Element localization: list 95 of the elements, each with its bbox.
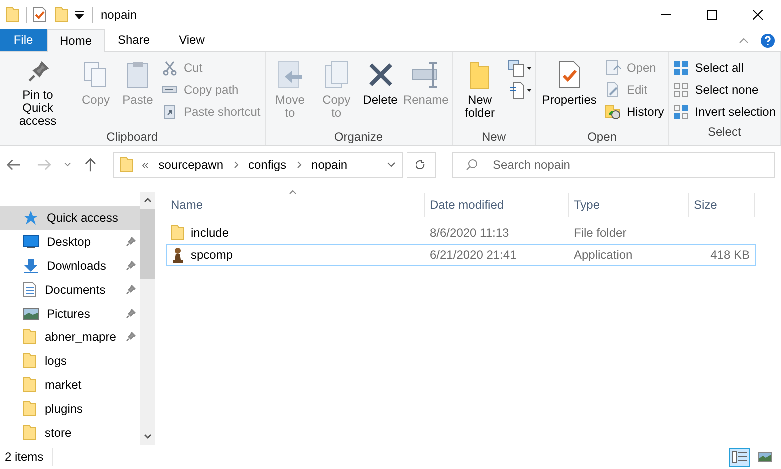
new-item-icon[interactable] — [507, 60, 534, 78]
breadcrumb[interactable]: configs — [246, 156, 289, 174]
desktop-icon — [23, 234, 39, 249]
folder-icon — [23, 377, 37, 394]
column-header[interactable]: Type — [569, 193, 689, 217]
folder-icon — [120, 157, 134, 173]
sidebar-item[interactable]: Quick access — [0, 206, 140, 230]
sidebar-item[interactable]: abner_mapre — [0, 326, 140, 350]
large-icons-view-icon — [758, 452, 772, 462]
ribbon-button[interactable]: History — [602, 102, 666, 121]
folder-icon — [23, 353, 37, 370]
download-icon — [23, 258, 39, 274]
new-folder-icon — [55, 7, 69, 23]
history-icon — [604, 104, 621, 120]
file-name: include — [191, 225, 230, 242]
ribbon-button[interactable]: Invert selection — [671, 102, 778, 121]
easy-access-icon[interactable] — [507, 82, 534, 100]
up-icon[interactable] — [84, 157, 98, 173]
refresh-button[interactable] — [407, 152, 436, 178]
address-bar[interactable]: « sourcepawn configs nopain — [113, 152, 404, 178]
folder-icon — [23, 401, 37, 418]
window-title: nopain — [101, 7, 138, 24]
sidebar-item[interactable]: logs — [0, 349, 140, 374]
dropdown-icon[interactable] — [75, 11, 84, 19]
group-label: Open — [586, 129, 618, 146]
group-label: Organize — [333, 129, 384, 146]
close-icon — [753, 10, 763, 20]
properties-icon[interactable] — [33, 7, 47, 23]
maximize-icon — [707, 10, 717, 20]
sidebar-item[interactable]: market — [0, 373, 140, 398]
star-icon — [23, 210, 39, 226]
search-icon — [466, 159, 478, 171]
ribbon-tab[interactable]: Home — [47, 29, 105, 52]
column-header[interactable]: Size — [689, 193, 755, 217]
breadcrumb[interactable]: nopain — [310, 156, 350, 174]
help-icon[interactable] — [761, 34, 775, 48]
overflow-chevron[interactable]: « — [142, 156, 149, 174]
invert-selection-icon — [673, 104, 690, 120]
open-icon — [604, 60, 621, 76]
ribbon-button[interactable]: Delete — [360, 56, 400, 128]
group-label: Clipboard — [106, 129, 160, 146]
sidebar-item[interactable]: Desktop — [0, 230, 140, 254]
edit-icon — [604, 82, 621, 98]
refresh-icon — [416, 160, 426, 170]
sidebar-item[interactable]: Documents — [0, 278, 140, 302]
recent-dropdown-icon[interactable] — [64, 162, 72, 168]
ribbon-button[interactable]: Properties — [538, 56, 601, 128]
select-none-icon — [673, 82, 690, 98]
scroll-up-icon[interactable] — [144, 198, 152, 203]
ribbon-button[interactable]: New folder — [454, 56, 506, 128]
details-view-icon — [732, 451, 748, 463]
sidebar-item[interactable]: Downloads — [0, 254, 140, 278]
ribbon-button[interactable]: Select all — [671, 58, 778, 77]
file-name: spcomp — [191, 247, 234, 264]
scrollbar[interactable] — [140, 192, 156, 445]
ribbon-button[interactable]: Pin to Quick access — [2, 56, 74, 128]
status-text: 2 items — [5, 448, 53, 466]
ribbon-button[interactable]: Select none — [671, 80, 778, 99]
folder-icon — [171, 225, 185, 241]
folder-icon — [6, 7, 20, 23]
column-header[interactable]: Name — [166, 193, 425, 217]
table-cell-text: File folder — [573, 225, 628, 242]
table-cell-text: Application — [573, 247, 634, 264]
search-field[interactable]: Search nopain — [452, 152, 776, 178]
folder-icon — [23, 425, 37, 442]
ribbon-tab[interactable]: Share — [105, 29, 163, 51]
scroll-thumb[interactable] — [140, 209, 156, 279]
pictures-icon — [23, 308, 39, 320]
table-cell-text: 8/6/2020 11:13 — [429, 225, 510, 242]
chevron-icon[interactable] — [234, 161, 238, 169]
shortcut-icon — [162, 104, 178, 120]
collapse-icon[interactable] — [739, 38, 749, 44]
folder-icon — [23, 329, 37, 346]
column-header[interactable]: Date modified — [425, 193, 569, 217]
back-icon[interactable] — [6, 158, 22, 172]
select-all-icon — [673, 60, 690, 76]
sort-icon — [289, 190, 297, 195]
view-button[interactable] — [729, 448, 750, 466]
chevron-icon[interactable] — [296, 161, 302, 169]
scissors-icon — [162, 60, 178, 76]
ribbon-tab[interactable]: File — [0, 29, 47, 51]
sidebar-item[interactable]: plugins — [0, 397, 140, 422]
ribbon-tab[interactable]: View — [163, 29, 221, 51]
file-row[interactable]: include 8/6/2020 11:13 File folder — [166, 222, 756, 244]
sidebar-item[interactable]: store — [0, 421, 140, 446]
document-icon — [23, 282, 37, 298]
table-cell-text: 418 KB — [710, 247, 751, 264]
pawn-icon — [171, 247, 185, 263]
scroll-down-icon[interactable] — [144, 434, 152, 439]
breadcrumb[interactable]: sourcepawn — [156, 156, 226, 174]
sidebar-item[interactable]: Pictures — [0, 302, 140, 326]
file-row[interactable]: spcomp 6/21/2020 21:41 Application 418 KB — [166, 244, 756, 266]
group-label: Select — [706, 124, 742, 141]
group-label: New — [480, 129, 507, 146]
table-cell-text: 6/21/2020 21:41 — [429, 247, 518, 264]
